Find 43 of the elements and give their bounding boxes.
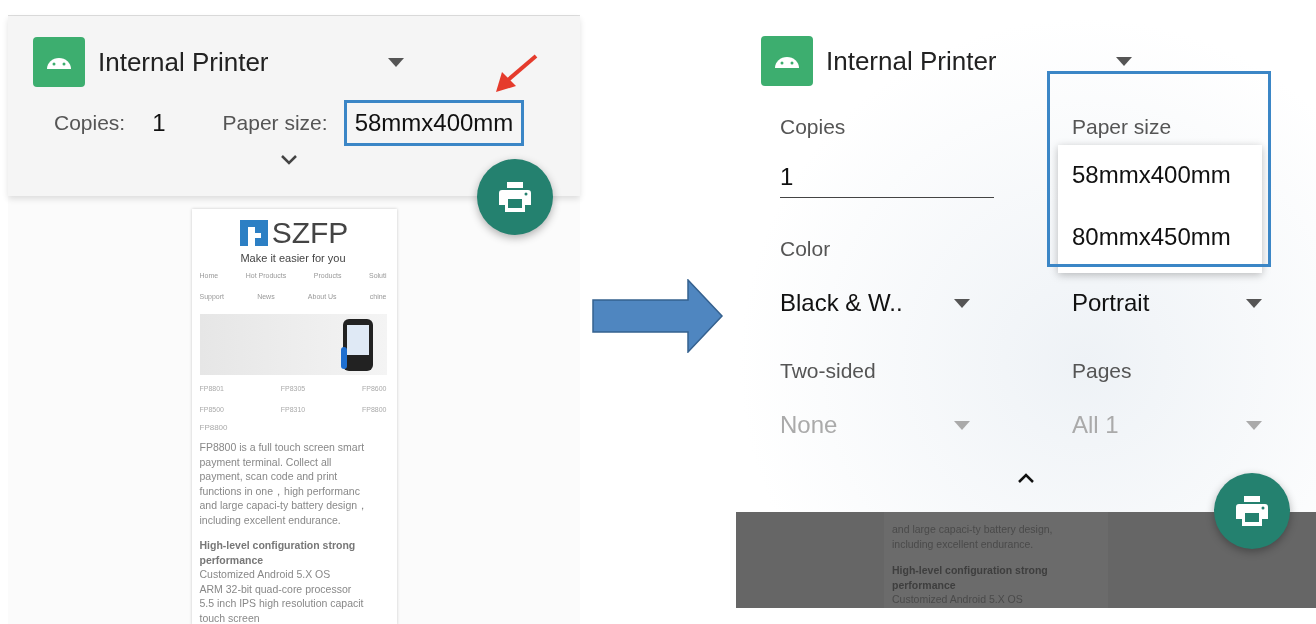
field-label: Paper size	[1072, 115, 1173, 139]
body-text: including excellent endurance.	[199, 512, 342, 528]
logo-icon	[237, 218, 270, 248]
caption: FP8800	[199, 423, 229, 433]
printer-icon	[1236, 496, 1268, 526]
setting-label: Paper size:	[222, 111, 328, 135]
spec-text: touch screen	[199, 610, 261, 624]
spec-text: 5.5 inch IPS high resolution capacit	[199, 596, 365, 611]
body-text: FP8800 is a full touch screen smart	[199, 440, 366, 455]
body-text: functions in one，high performanc	[199, 483, 361, 499]
dropdown-caret-icon[interactable]	[1246, 298, 1262, 308]
menu-option[interactable]: 58mmx400mm	[1058, 147, 1262, 209]
logo-text: SZFP	[271, 217, 349, 249]
printer-icon	[499, 182, 531, 212]
spec-text: ARM 32-bit quad-core processor	[199, 581, 353, 596]
body-text: payment terminal. Collect all	[199, 454, 333, 470]
printer-name[interactable]: Internal Printer	[826, 45, 1116, 77]
field-label: Two-sided	[780, 359, 877, 383]
dropdown-field[interactable]: Black & W..	[780, 289, 970, 317]
dropdown-field[interactable]: Portrait	[1072, 289, 1262, 317]
section-heading: performance	[199, 552, 265, 567]
menu-option[interactable]: 80mmx450mm	[1058, 209, 1262, 271]
section-heading: High-level configuration strong	[199, 538, 357, 553]
dropdown-caret-icon[interactable]	[954, 298, 970, 308]
setting-label: Copies:	[54, 111, 126, 135]
dropdown-caret-icon[interactable]	[388, 57, 404, 67]
tagline: Make it easier for you	[239, 252, 347, 264]
field-label: Copies	[780, 115, 847, 139]
setting-value: 58mmx400mm	[343, 100, 525, 146]
field-label: Color	[780, 237, 832, 261]
right-arrow-icon	[592, 279, 724, 353]
dropdown-caret-icon[interactable]	[1116, 56, 1132, 66]
android-icon	[33, 37, 85, 87]
body-text: payment, scan code and print	[199, 469, 339, 484]
copies-input[interactable]: 1	[780, 163, 994, 198]
android-icon	[761, 36, 813, 86]
collapse-chevron-icon[interactable]	[1017, 473, 1035, 484]
field-label: Pages	[1072, 359, 1133, 383]
body-text: and large capaci-ty battery design，	[199, 498, 370, 513]
printer-name[interactable]: Internal Printer	[98, 46, 388, 78]
expand-chevron-icon[interactable]	[280, 154, 298, 165]
spec-text: Customized Android 5.X OS	[199, 567, 332, 582]
setting-value: 1	[151, 108, 167, 138]
